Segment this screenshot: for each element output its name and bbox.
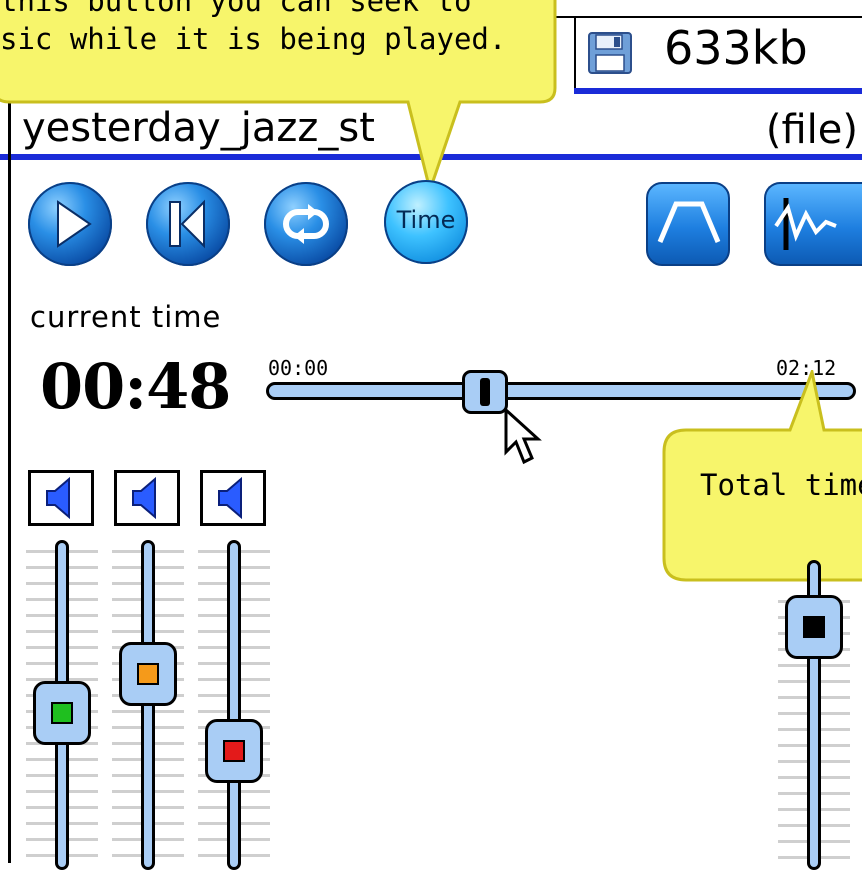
seek-thumb-grip	[479, 378, 490, 406]
seek-start-label: 00:00	[268, 356, 329, 380]
channel-2-level-indicator	[137, 663, 159, 686]
master-level-indicator	[803, 616, 825, 639]
play-button[interactable]	[28, 182, 112, 266]
time-button[interactable]: Time	[384, 180, 468, 264]
window-left-border	[8, 95, 11, 863]
total-time-tooltip-text: Total time	[700, 468, 862, 502]
current-time-value: 00:48	[40, 350, 231, 423]
current-time-label: current time	[30, 300, 222, 334]
filter-button[interactable]	[646, 182, 730, 266]
file-type-tag: (file)	[765, 107, 858, 153]
rewind-button[interactable]	[146, 182, 230, 266]
mouse-cursor-icon	[504, 406, 544, 476]
waveform-icon	[774, 198, 837, 250]
loop-button[interactable]	[264, 182, 348, 266]
time-button-label: Time	[396, 206, 456, 234]
skip-back-icon	[169, 199, 205, 249]
floppy-disk-icon	[588, 32, 632, 78]
speaker-icon	[132, 476, 156, 520]
speaker-icon	[46, 476, 70, 520]
seek-tooltip-line2: sic while it is being played.	[0, 22, 507, 56]
channel-1-mute-button[interactable]	[28, 470, 94, 526]
seek-tooltip-line1: this button you can seek to	[0, 0, 472, 18]
waveform-button[interactable]	[764, 182, 862, 266]
channel-2-mute-button[interactable]	[114, 470, 180, 526]
channel-3-level-indicator	[223, 740, 245, 763]
file-size-underline	[574, 88, 862, 94]
play-icon	[57, 200, 92, 248]
channel-3-volume-track[interactable]	[227, 540, 241, 870]
channel-1-level-indicator	[51, 701, 73, 724]
file-size: 633kb	[664, 21, 808, 75]
speaker-icon	[218, 476, 242, 520]
channel-3-mute-button[interactable]	[200, 470, 266, 526]
envelope-curve-icon	[657, 201, 721, 243]
loop-icon	[283, 204, 329, 244]
